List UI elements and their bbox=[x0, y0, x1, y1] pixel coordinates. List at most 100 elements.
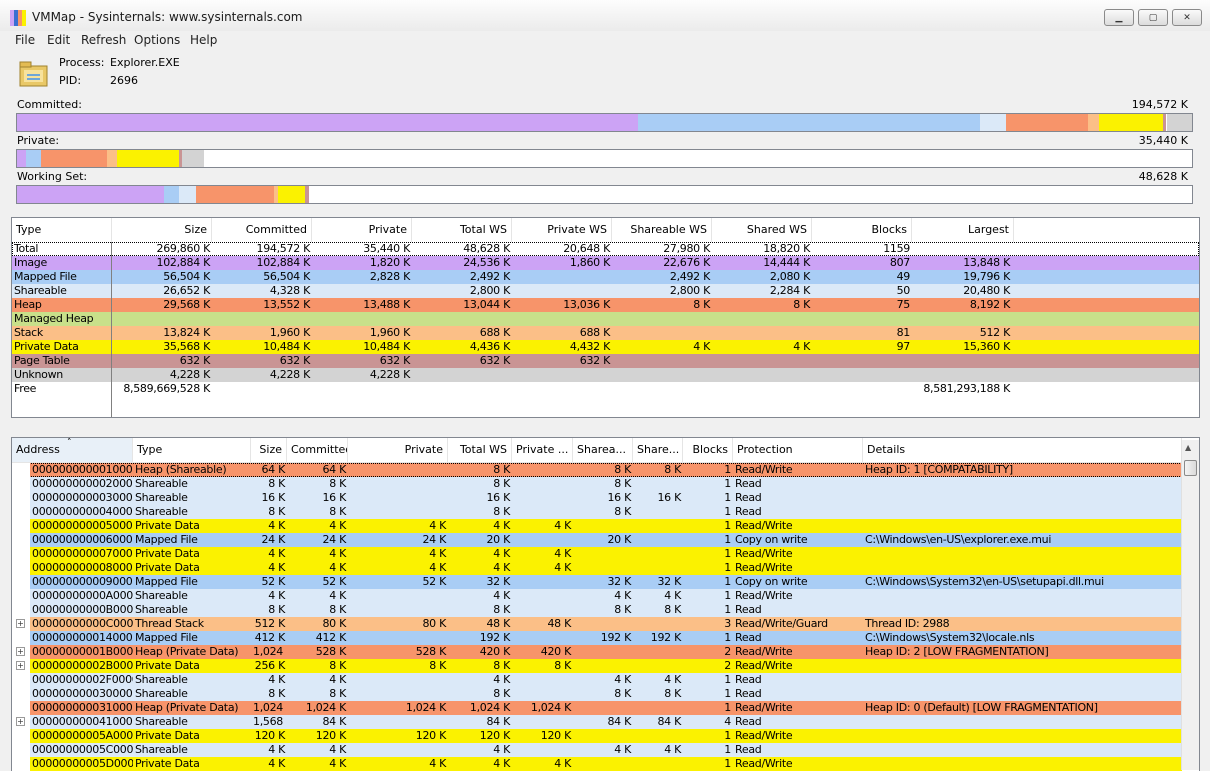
detail-row[interactable]: 00000000000B0000 Shareable 8 K 8 K 8 K 8 K 8 K… bbox=[12, 603, 1182, 617]
detail-row[interactable]: 0000000000080000 Private Data 4 K 4 K 4 K 4 K… bbox=[12, 561, 1182, 575]
detail-cell-private-ws bbox=[512, 589, 573, 603]
detail-cell-private: 80 K bbox=[422, 617, 446, 630]
detail-row[interactable]: +0000000000410000Shareable 1,568 K 84 K 84 … bbox=[12, 715, 1182, 729]
summary-cell-type: Private Data bbox=[12, 340, 112, 354]
expand-icon[interactable]: + bbox=[16, 647, 25, 656]
summary-row-page-table[interactable]: Page Table 632 K 632 K 632 K 632 K 632 K bbox=[12, 354, 1199, 368]
detail-row[interactable]: 0000000000060000 Mapped File 24 K 24 K 24 K 2… bbox=[12, 533, 1182, 547]
scroll-up-icon[interactable]: ▲ bbox=[1185, 443, 1191, 452]
detail-row[interactable]: 0000000000040000 Shareable 8 K 8 K 8 K 8 K 1 Re… bbox=[12, 505, 1182, 519]
summary-cell-size: 35,568 K bbox=[163, 340, 210, 353]
expand-icon[interactable]: + bbox=[16, 717, 25, 726]
row-gutter bbox=[12, 533, 30, 547]
summary-row-image[interactable]: Image 102,884 K 102,884 K 1,820 K 24,536 K 1,… bbox=[12, 256, 1199, 270]
summary-header-size[interactable]: Size bbox=[112, 218, 212, 242]
summary-row-managed-heap[interactable]: Managed Heap bbox=[12, 312, 1199, 326]
summary-header-total-ws[interactable]: Total WS bbox=[412, 218, 512, 242]
detail-cell-blocks: 1 bbox=[724, 603, 731, 616]
detail-row[interactable]: +00000000002B0000 Private Data 256 K 8 K 8 K… bbox=[12, 659, 1182, 673]
minimize-button[interactable]: ▁ bbox=[1104, 9, 1134, 26]
menu-edit[interactable]: Edit bbox=[47, 33, 70, 47]
summary-cell-size: 102,884 K bbox=[156, 256, 211, 269]
row-gutter bbox=[12, 603, 30, 617]
summary-header-shared-ws[interactable]: Shared WS bbox=[712, 218, 812, 242]
detail-row[interactable]: 0000000000310000 Heap (Private Data) 1,024… bbox=[12, 701, 1182, 715]
detail-cell-type: Mapped File bbox=[135, 631, 198, 644]
summary-row-heap[interactable]: Heap 29,568 K 13,552 K 13,488 K 13,044 K 13,0… bbox=[12, 298, 1199, 312]
detail-cell-private-ws bbox=[512, 477, 573, 491]
detail-header-type[interactable]: Type bbox=[133, 438, 251, 462]
summary-header-private[interactable]: Private bbox=[312, 218, 412, 242]
detail-row[interactable]: 00000000000A0000 Shareable 4 K 4 K 4 K 4 K 4 K… bbox=[12, 589, 1182, 603]
summary-header-private-ws[interactable]: Private WS bbox=[512, 218, 612, 242]
detail-cell-blocks: 1 bbox=[724, 729, 731, 742]
summary-row-mapped-file[interactable]: Mapped File 56,504 K 56,504 K 2,828 K 2,492 … bbox=[12, 270, 1199, 284]
detail-cell-shared-ws bbox=[633, 561, 683, 575]
detail-row[interactable]: +00000000001B0000 Heap (Private Data) 1,02… bbox=[12, 645, 1182, 659]
menu-help[interactable]: Help bbox=[190, 33, 217, 47]
detail-header-protection[interactable]: Protection bbox=[733, 438, 863, 462]
summary-row-free[interactable]: Free 8,589,669,528 K 8,581,293,188 K bbox=[12, 382, 1199, 396]
detail-cell-shared-ws: 32 K bbox=[657, 575, 681, 588]
detail-row[interactable]: 00000000005A0000 Private Data 120 K 120 K 12… bbox=[12, 729, 1182, 743]
detail-header-blocks[interactable]: Blocks bbox=[683, 438, 733, 462]
detail-cell-private-ws: 4 K bbox=[554, 547, 571, 560]
summary-header-largest[interactable]: Largest bbox=[912, 218, 1014, 242]
menu-refresh[interactable]: Refresh bbox=[81, 33, 126, 47]
detail-header-private[interactable]: Private bbox=[348, 438, 448, 462]
detail-cell-address: 0000000000050000 bbox=[32, 519, 133, 532]
detail-header-shared-ws[interactable]: Share... bbox=[633, 438, 683, 462]
detail-header-private-ws[interactable]: Private ... bbox=[512, 438, 573, 462]
detail-vertical-scrollbar[interactable]: ▲ bbox=[1181, 440, 1199, 770]
summary-row-stack[interactable]: Stack 13,824 K 1,960 K 1,960 K 688 K 688 K 81 5… bbox=[12, 326, 1199, 340]
detail-cell-protection: Read bbox=[735, 673, 762, 686]
bar-segment-shareable bbox=[178, 186, 196, 203]
detail-cell-committed: 4 K bbox=[329, 589, 346, 602]
detail-cell-blocks: 1 bbox=[724, 575, 731, 588]
summary-table[interactable]: Type Size Committed Private Total WS Pri… bbox=[11, 217, 1200, 418]
summary-row-private-data[interactable]: Private Data 35,568 K 10,484 K 10,484 K 4,43… bbox=[12, 340, 1199, 354]
detail-row[interactable]: 00000000005D0000 Private Data 4 K 4 K 4 K 4 K… bbox=[12, 757, 1182, 771]
summary-cell-private-ws: 1,860 K bbox=[569, 256, 610, 269]
menu-file[interactable]: File bbox=[15, 33, 35, 47]
detail-row[interactable]: +00000000000C0000 Thread Stack 512 K 80 K 80… bbox=[12, 617, 1182, 631]
summary-header-blocks[interactable]: Blocks bbox=[812, 218, 912, 242]
summary-row-total[interactable]: Total 269,860 K 194,572 K 35,440 K 48,628 K 2… bbox=[12, 242, 1199, 256]
menu-options[interactable]: Options bbox=[134, 33, 180, 47]
detail-cell-details: C:\Windows\System32\locale.nls bbox=[865, 631, 1035, 644]
detail-row[interactable]: 0000000000140000 Mapped File 412 K 412 K 192… bbox=[12, 631, 1182, 645]
detail-row[interactable]: 0000000000020000 Shareable 8 K 8 K 8 K 8 K 1 Re… bbox=[12, 477, 1182, 491]
summary-row-shareable[interactable]: Shareable 26,652 K 4,328 K 2,800 K 2,800 K 2,… bbox=[12, 284, 1199, 298]
detail-cell-size: 4 K bbox=[268, 561, 285, 574]
detail-header-total-ws[interactable]: Total WS bbox=[448, 438, 512, 462]
detail-row[interactable]: 0000000000030000 Shareable 16 K 16 K 16 K 16 … bbox=[12, 491, 1182, 505]
summary-header-shareable-ws[interactable]: Shareable WS bbox=[612, 218, 712, 242]
detail-row[interactable]: 0000000000050000 Private Data 4 K 4 K 4 K 4 K… bbox=[12, 519, 1182, 533]
detail-row[interactable]: 0000000000010000 Heap (Shareable) 64 K 64 K… bbox=[12, 463, 1182, 477]
detail-row[interactable]: 00000000002F0000 Shareable 4 K 4 K 4 K 4 K 4 K… bbox=[12, 673, 1182, 687]
detail-cell-shareable-ws: 32 K bbox=[607, 575, 631, 588]
detail-row[interactable]: 0000000000090000 Mapped File 52 K 52 K 52 K 3… bbox=[12, 575, 1182, 589]
summary-header-type[interactable]: Type bbox=[12, 218, 112, 242]
summary-cell-type: Stack bbox=[12, 326, 112, 340]
detail-row[interactable]: 0000000000300000 Shareable 8 K 8 K 8 K 8 K 8 K… bbox=[12, 687, 1182, 701]
scroll-thumb[interactable] bbox=[1184, 460, 1197, 476]
expand-icon[interactable]: + bbox=[16, 619, 25, 628]
detail-cell-shareable-ws bbox=[573, 701, 633, 715]
detail-header-size[interactable]: Size bbox=[251, 438, 287, 462]
detail-table[interactable]: Address ˄ Type Size Committed Private Tot… bbox=[11, 437, 1200, 771]
detail-cell-size: 16 K bbox=[261, 491, 285, 504]
detail-header-shareable-ws[interactable]: Sharea... bbox=[573, 438, 633, 462]
row-gutter bbox=[12, 477, 30, 491]
detail-row[interactable]: 00000000005C0000 Shareable 4 K 4 K 4 K 4 K 4 K… bbox=[12, 743, 1182, 757]
detail-cell-private-ws bbox=[512, 575, 573, 589]
summary-row-unknown[interactable]: Unknown 4,228 K 4,228 K 4,228 K bbox=[12, 368, 1199, 382]
expand-icon[interactable]: + bbox=[16, 661, 25, 670]
detail-row[interactable]: 0000000000070000 Private Data 4 K 4 K 4 K 4 K… bbox=[12, 547, 1182, 561]
close-button[interactable]: ✕ bbox=[1172, 9, 1202, 26]
detail-header-committed[interactable]: Committed bbox=[287, 438, 348, 462]
detail-header-details[interactable]: Details bbox=[863, 438, 1182, 462]
detail-header-address[interactable]: Address ˄ bbox=[12, 438, 133, 462]
maximize-button[interactable]: ▢ bbox=[1138, 9, 1168, 26]
summary-header-committed[interactable]: Committed bbox=[212, 218, 312, 242]
